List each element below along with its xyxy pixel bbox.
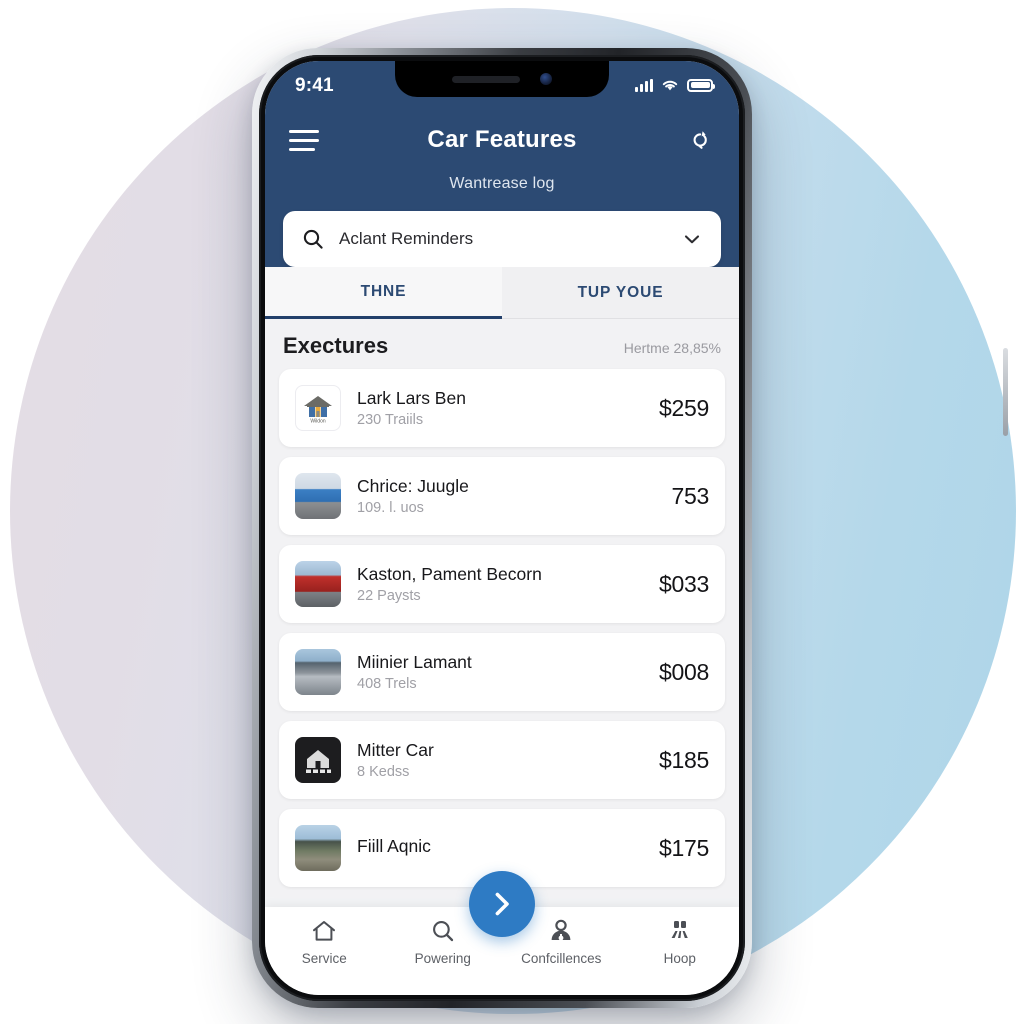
list-item-text: Mitter Car 8 Kedss bbox=[357, 740, 649, 780]
nav-label: Confcillences bbox=[521, 951, 602, 966]
list-item-amount: $185 bbox=[659, 746, 709, 773]
nav-item-hoop[interactable]: Hoop bbox=[621, 917, 740, 966]
bell-refresh-icon[interactable] bbox=[685, 125, 715, 155]
list-item[interactable]: Wildon Lark Lars Ben 230 Traiils $259 bbox=[279, 369, 725, 447]
nav-label: Powering bbox=[414, 951, 471, 966]
search-icon bbox=[303, 229, 323, 249]
list-item-subtitle: 408 Trels bbox=[357, 676, 417, 693]
section-meta: Hertme 28,85% bbox=[623, 340, 721, 356]
search-input[interactable]: Aclant Reminders bbox=[339, 229, 667, 249]
nav-label: Hoop bbox=[663, 951, 696, 966]
list-item-title: Fiill Aqnic bbox=[357, 835, 431, 856]
landscape-thumb bbox=[295, 825, 341, 871]
search-bar[interactable]: Aclant Reminders bbox=[283, 211, 721, 267]
header-row: Car Features bbox=[289, 117, 715, 163]
nav-item-service[interactable]: Service bbox=[265, 917, 384, 966]
street-cars-thumb bbox=[295, 649, 341, 695]
tab-thne[interactable]: THNE bbox=[265, 267, 502, 319]
list-item-subtitle: 230 Traiils bbox=[357, 412, 424, 429]
list-item-amount: $175 bbox=[659, 834, 709, 861]
list-item-text: Fiill Aqnic bbox=[357, 836, 649, 860]
phone-frame: 9:41 Car Features Wantrease log Aclant R… bbox=[252, 48, 1008, 1008]
front-camera-icon bbox=[540, 73, 552, 85]
list-item[interactable]: Chrice: Juugle 109. l. uos 753 bbox=[279, 457, 725, 535]
person-icon bbox=[551, 919, 571, 941]
earpiece-speaker bbox=[452, 75, 520, 83]
section-title: Exectures bbox=[283, 333, 389, 358]
list-item-title: Chrice: Juugle bbox=[357, 475, 469, 496]
content-area: THNE TUP YOUE Exectures Hertme 28,85% Wi… bbox=[265, 267, 739, 897]
next-fab-button[interactable] bbox=[469, 871, 535, 937]
status-time: 9:41 bbox=[295, 75, 334, 96]
home-logo-thumb: Wildon bbox=[295, 385, 341, 431]
power-button[interactable] bbox=[1003, 348, 1008, 436]
list-item-title: Mitter Car bbox=[357, 739, 434, 760]
chevron-down-icon[interactable] bbox=[681, 228, 703, 250]
list-item-title: Miinier Lamant bbox=[357, 651, 472, 672]
red-car-thumb bbox=[295, 561, 341, 607]
chevron-right-icon bbox=[495, 892, 509, 916]
notch bbox=[395, 61, 609, 97]
list-item-text: Miinier Lamant 408 Trels bbox=[357, 652, 649, 692]
app-header: Car Features Wantrease log bbox=[265, 113, 739, 211]
svg-text:Wildon: Wildon bbox=[310, 419, 326, 425]
list-item-amount: 753 bbox=[671, 482, 710, 509]
tab-bar: THNE TUP YOUE bbox=[265, 267, 739, 319]
list-item-amount: $033 bbox=[659, 570, 709, 597]
search-icon bbox=[432, 921, 453, 942]
wifi-icon bbox=[662, 80, 678, 91]
home-icon bbox=[313, 921, 336, 941]
list-item[interactable]: Kaston, Pament Becorn 22 Paysts $033 bbox=[279, 545, 725, 623]
page-title: Car Features bbox=[427, 126, 577, 153]
blue-car-thumb bbox=[295, 473, 341, 519]
list-item-amount: $008 bbox=[659, 658, 709, 685]
battery-icon bbox=[687, 78, 715, 92]
nav-label: Service bbox=[301, 951, 347, 966]
header-subtitle: Wantrease log bbox=[449, 175, 555, 192]
list-item-subtitle: 22 Paysts bbox=[357, 588, 421, 605]
list-item-amount: $259 bbox=[659, 394, 709, 421]
search-section: Aclant Reminders bbox=[265, 211, 739, 267]
phone-screen: 9:41 Car Features Wantrease log Aclant R… bbox=[265, 61, 739, 995]
section-header: Exectures Hertme 28,85% bbox=[279, 319, 725, 369]
sparkle-icon bbox=[671, 921, 688, 938]
hamburger-menu-icon[interactable] bbox=[289, 129, 319, 151]
list-item-subtitle: 109. l. uos bbox=[357, 500, 424, 517]
list-item-text: Kaston, Pament Becorn 22 Paysts bbox=[357, 564, 649, 604]
list-item-title: Kaston, Pament Becorn bbox=[357, 563, 542, 584]
list-item[interactable]: Miinier Lamant 408 Trels $008 bbox=[279, 633, 725, 711]
list-scroll-area[interactable]: Exectures Hertme 28,85% Wildon Lark Lars… bbox=[265, 319, 739, 897]
list-item[interactable]: Mitter Car 8 Kedss $185 bbox=[279, 721, 725, 799]
phone-bezel: 9:41 Car Features Wantrease log Aclant R… bbox=[259, 55, 745, 1001]
list-item-title: Lark Lars Ben bbox=[357, 387, 466, 408]
list-item-subtitle: 8 Kedss bbox=[357, 764, 410, 781]
cellular-bars-icon bbox=[635, 78, 653, 92]
status-icons bbox=[635, 75, 715, 92]
list-item-text: Lark Lars Ben 230 Traiils bbox=[357, 388, 649, 428]
tab-tup-youe[interactable]: TUP YOUE bbox=[502, 267, 739, 319]
list-item-text: Chrice: Juugle 109. l. uos bbox=[357, 476, 662, 516]
stage: 9:41 Car Features Wantrease log Aclant R… bbox=[0, 0, 1024, 1024]
dark-barn-thumb bbox=[295, 737, 341, 783]
